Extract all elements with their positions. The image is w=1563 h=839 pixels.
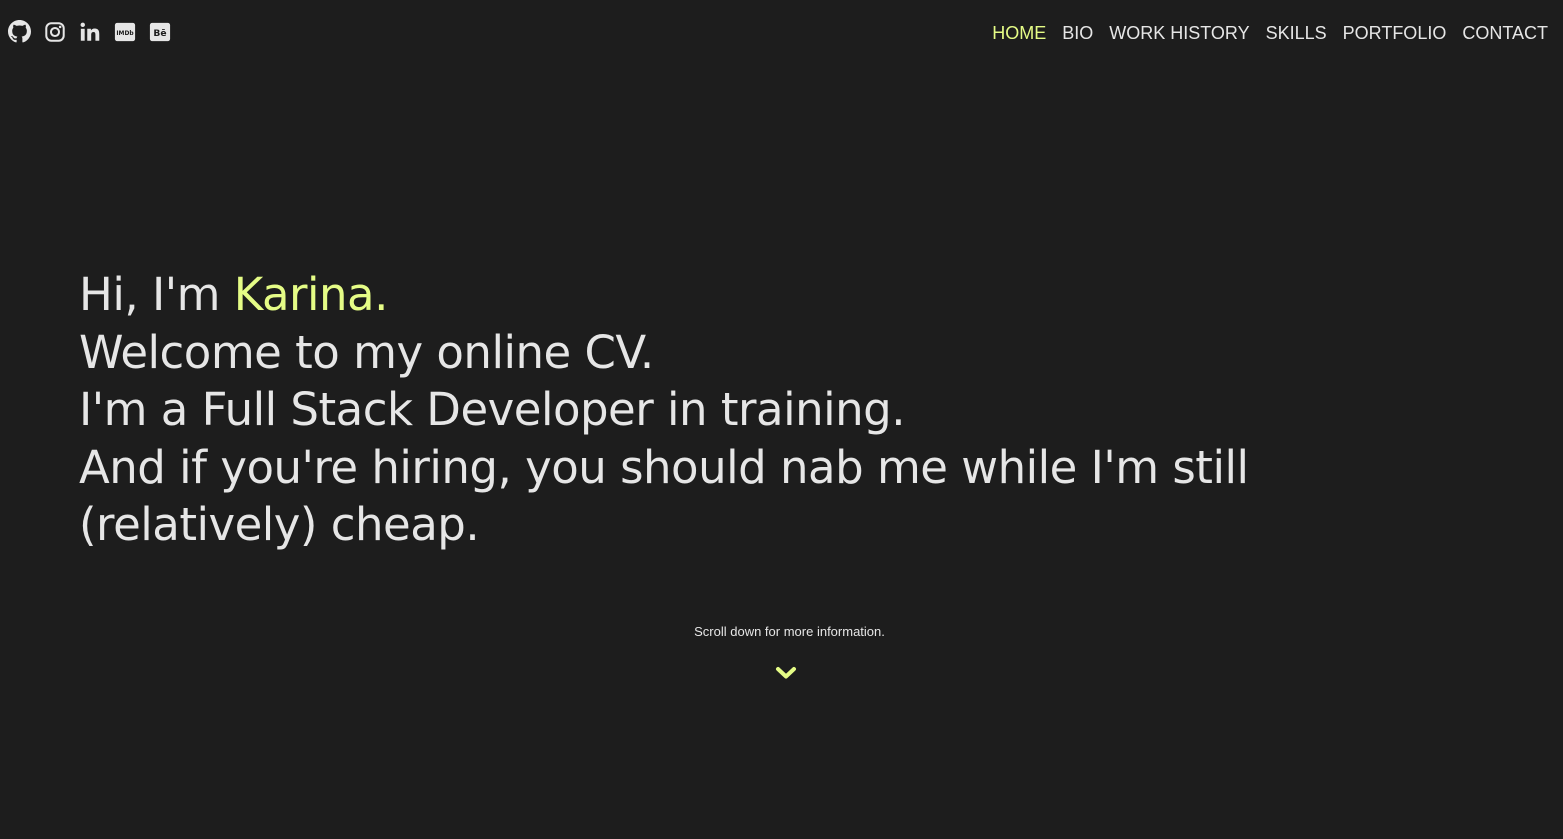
nav-work-history[interactable]: WORK HISTORY xyxy=(1109,21,1249,45)
nav-contact[interactable]: CONTACT xyxy=(1462,21,1548,45)
svg-text:Bē: Bē xyxy=(153,28,166,39)
behance-icon[interactable]: Bē xyxy=(148,20,171,43)
hero-welcome-line: Welcome to my online CV. xyxy=(79,325,654,379)
hero-intro: Hi, I'm Karina. Welcome to my online CV.… xyxy=(79,266,1499,554)
instagram-icon[interactable] xyxy=(43,20,66,43)
svg-text:IMDb: IMDb xyxy=(116,29,133,36)
hero-role-line: I'm a Full Stack Developer in training. xyxy=(79,383,906,436)
scroll-hint: Scroll down for more information. xyxy=(694,624,885,639)
hero-greeting: Hi, I'm Karina. xyxy=(79,266,1499,324)
github-icon[interactable] xyxy=(8,20,31,43)
social-links: IMDb Bē xyxy=(8,20,171,43)
imdb-icon[interactable]: IMDb xyxy=(113,20,136,43)
nav-skills[interactable]: SKILLS xyxy=(1266,21,1327,45)
linkedin-icon[interactable] xyxy=(78,20,101,43)
main-nav: HOME BIO WORK HISTORY SKILLS PORTFOLIO C… xyxy=(992,21,1548,45)
nav-bio[interactable]: BIO xyxy=(1062,21,1093,45)
chevron-down-icon[interactable] xyxy=(775,664,797,682)
greeting-prefix: Hi, I'm xyxy=(79,268,234,321)
nav-home[interactable]: HOME xyxy=(992,21,1046,45)
nav-portfolio[interactable]: PORTFOLIO xyxy=(1343,21,1447,45)
hero-name: Karina. xyxy=(233,268,389,321)
top-bar: IMDb Bē HOME BIO WORK HISTORY SKILLS POR… xyxy=(0,0,1563,66)
hero-hiring-line: And if you're hiring, you should nab me … xyxy=(79,440,1249,552)
